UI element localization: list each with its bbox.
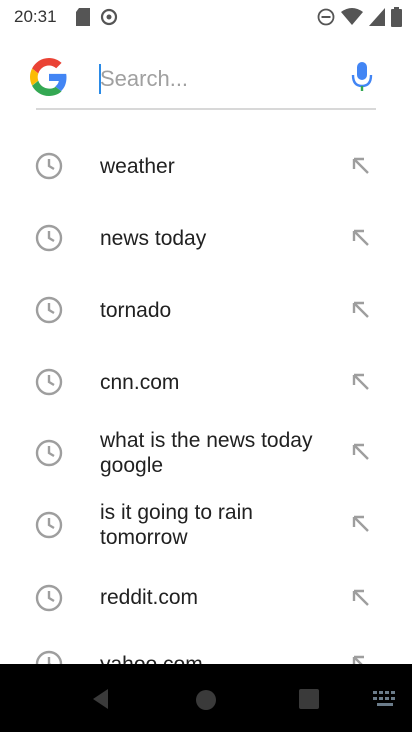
suggestion-item[interactable]: cnn.com (0, 362, 412, 402)
search-underline (36, 108, 376, 110)
fill-query-arrow-icon[interactable] (348, 651, 374, 664)
sync-icon (100, 8, 118, 26)
search-input[interactable] (100, 62, 330, 96)
fill-query-arrow-icon[interactable] (348, 511, 374, 537)
suggestions-list: weather news today tornado cnn.com what … (0, 128, 412, 664)
history-clock-icon (35, 584, 63, 612)
microphone-icon[interactable] (350, 60, 374, 94)
google-logo-icon (30, 58, 67, 96)
suggestion-item[interactable]: reddit.com (0, 580, 412, 620)
fill-query-arrow-icon[interactable] (348, 585, 374, 611)
suggestion-item[interactable]: is it going to rain tomorrow (0, 498, 412, 554)
suggestion-item[interactable]: yahoo.com (0, 646, 412, 664)
history-clock-icon (35, 152, 63, 180)
history-clock-icon (35, 296, 63, 324)
signal-icon (369, 8, 385, 26)
fill-query-arrow-icon[interactable] (348, 297, 374, 323)
suggestion-item[interactable]: what is the news today google (0, 426, 412, 482)
wifi-icon (341, 8, 363, 25)
search-header (0, 40, 412, 120)
fill-query-arrow-icon[interactable] (348, 225, 374, 251)
battery-icon (391, 7, 402, 27)
suggestion-label: news today (100, 227, 207, 250)
suggestion-label: what is the news today google (100, 429, 313, 477)
sd-card-icon (76, 8, 90, 26)
suggestion-label: cnn.com (100, 371, 180, 394)
status-time: 20:31 (14, 7, 57, 26)
suggestion-item[interactable]: weather (0, 146, 412, 186)
home-icon[interactable] (194, 688, 218, 712)
suggestion-label: yahoo.com (100, 652, 330, 664)
suggestion-item[interactable]: tornado (0, 290, 412, 330)
recents-icon[interactable] (298, 688, 320, 710)
fill-query-arrow-icon[interactable] (348, 369, 374, 395)
suggestion-label: tornado (100, 299, 172, 322)
fill-query-arrow-icon[interactable] (348, 439, 374, 465)
dnd-icon (317, 8, 335, 26)
suggestion-label: reddit.com (100, 586, 199, 609)
suggestion-label: is it going to rain tomorrow (100, 501, 253, 549)
history-clock-icon (35, 224, 63, 252)
back-icon[interactable] (88, 686, 114, 712)
navigation-bar (0, 664, 412, 732)
history-clock-icon (35, 650, 63, 664)
fill-query-arrow-icon[interactable] (348, 153, 374, 179)
history-clock-icon (35, 368, 63, 396)
status-bar: 20:31 (0, 0, 412, 34)
history-clock-icon (35, 511, 63, 539)
suggestion-label: weather (100, 155, 175, 178)
suggestion-item[interactable]: news today (0, 218, 412, 258)
keyboard-icon[interactable] (372, 690, 400, 710)
history-clock-icon (35, 439, 63, 467)
